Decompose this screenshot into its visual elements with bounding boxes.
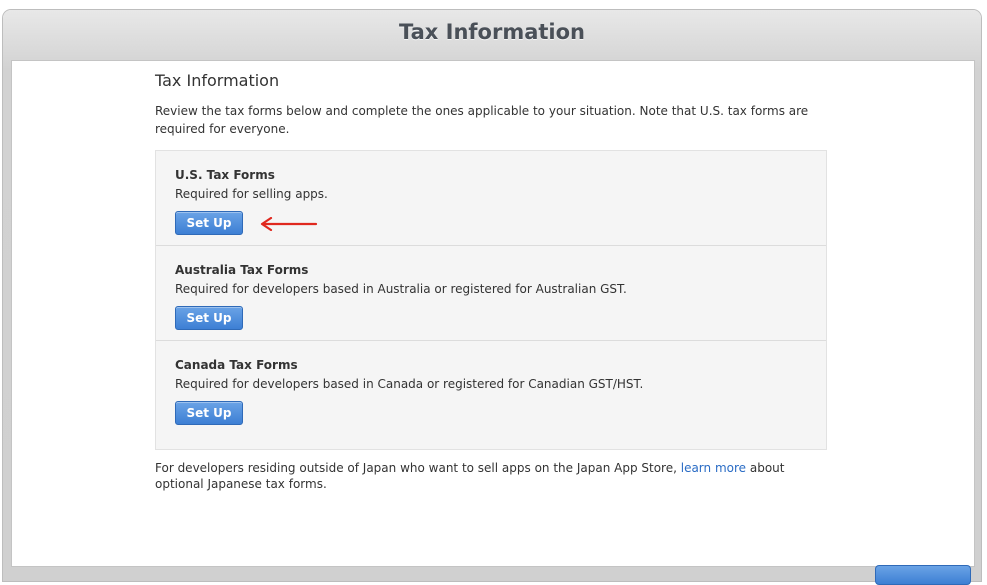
form-title: Australia Tax Forms (175, 263, 309, 277)
content-panel: Tax Information Review the tax forms bel… (11, 60, 975, 567)
us-setup-button[interactable]: Set Up (175, 211, 243, 235)
form-description: Required for developers based in Canada … (175, 377, 644, 391)
us-tax-forms-section: U.S. Tax Forms Required for selling apps… (156, 151, 826, 246)
app-window: Tax Information Tax Information Review t… (3, 10, 981, 581)
left-arrow-icon (260, 217, 318, 231)
learn-more-link[interactable]: learn more (681, 461, 746, 475)
form-title: U.S. Tax Forms (175, 168, 275, 182)
canada-tax-forms-section: Canada Tax Forms Required for developers… (156, 341, 826, 436)
japan-tax-note: For developers residing outside of Japan… (155, 460, 827, 492)
australia-tax-forms-section: Australia Tax Forms Required for develop… (156, 246, 826, 341)
form-title: Canada Tax Forms (175, 358, 298, 372)
tax-forms-list: U.S. Tax Forms Required for selling apps… (155, 150, 827, 450)
form-description: Required for developers based in Austral… (175, 282, 627, 296)
note-text-start: For developers residing outside of Japan… (155, 461, 681, 475)
canada-setup-button[interactable]: Set Up (175, 401, 243, 425)
form-description: Required for selling apps. (175, 187, 328, 201)
window-title: Tax Information (399, 20, 585, 44)
page-title: Tax Information (155, 71, 280, 90)
australia-setup-button[interactable]: Set Up (175, 306, 243, 330)
bottom-action-button[interactable] (875, 565, 971, 585)
intro-text: Review the tax forms below and complete … (155, 104, 809, 136)
